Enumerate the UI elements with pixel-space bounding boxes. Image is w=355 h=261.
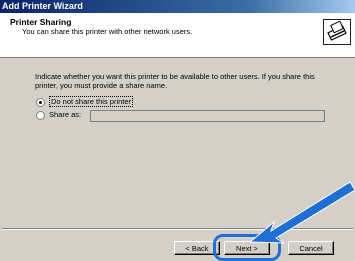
do-not-share-label: Do not share this printer bbox=[49, 96, 134, 107]
radio-unselected-icon[interactable] bbox=[36, 110, 45, 120]
add-printer-wizard-window: Add Printer Wizard Printer Sharing You c… bbox=[0, 0, 355, 261]
share-as-option[interactable]: Share as: bbox=[36, 109, 81, 121]
radio-selected-icon[interactable] bbox=[36, 97, 45, 107]
do-not-share-option[interactable]: Do not share this printer bbox=[36, 96, 134, 108]
share-name-input[interactable] bbox=[90, 110, 325, 122]
page-subtitle: You can share this printer with other ne… bbox=[22, 27, 193, 36]
sharing-description: Indicate whether you want this printer t… bbox=[35, 72, 315, 90]
pointer-arrow-icon bbox=[250, 181, 355, 244]
window-title: Add Printer Wizard bbox=[0, 0, 355, 13]
wizard-header: Printer Sharing You can share this print… bbox=[0, 13, 355, 58]
page-title: Printer Sharing bbox=[10, 17, 72, 27]
share-as-label: Share as: bbox=[49, 110, 82, 119]
printer-icon bbox=[323, 19, 351, 45]
